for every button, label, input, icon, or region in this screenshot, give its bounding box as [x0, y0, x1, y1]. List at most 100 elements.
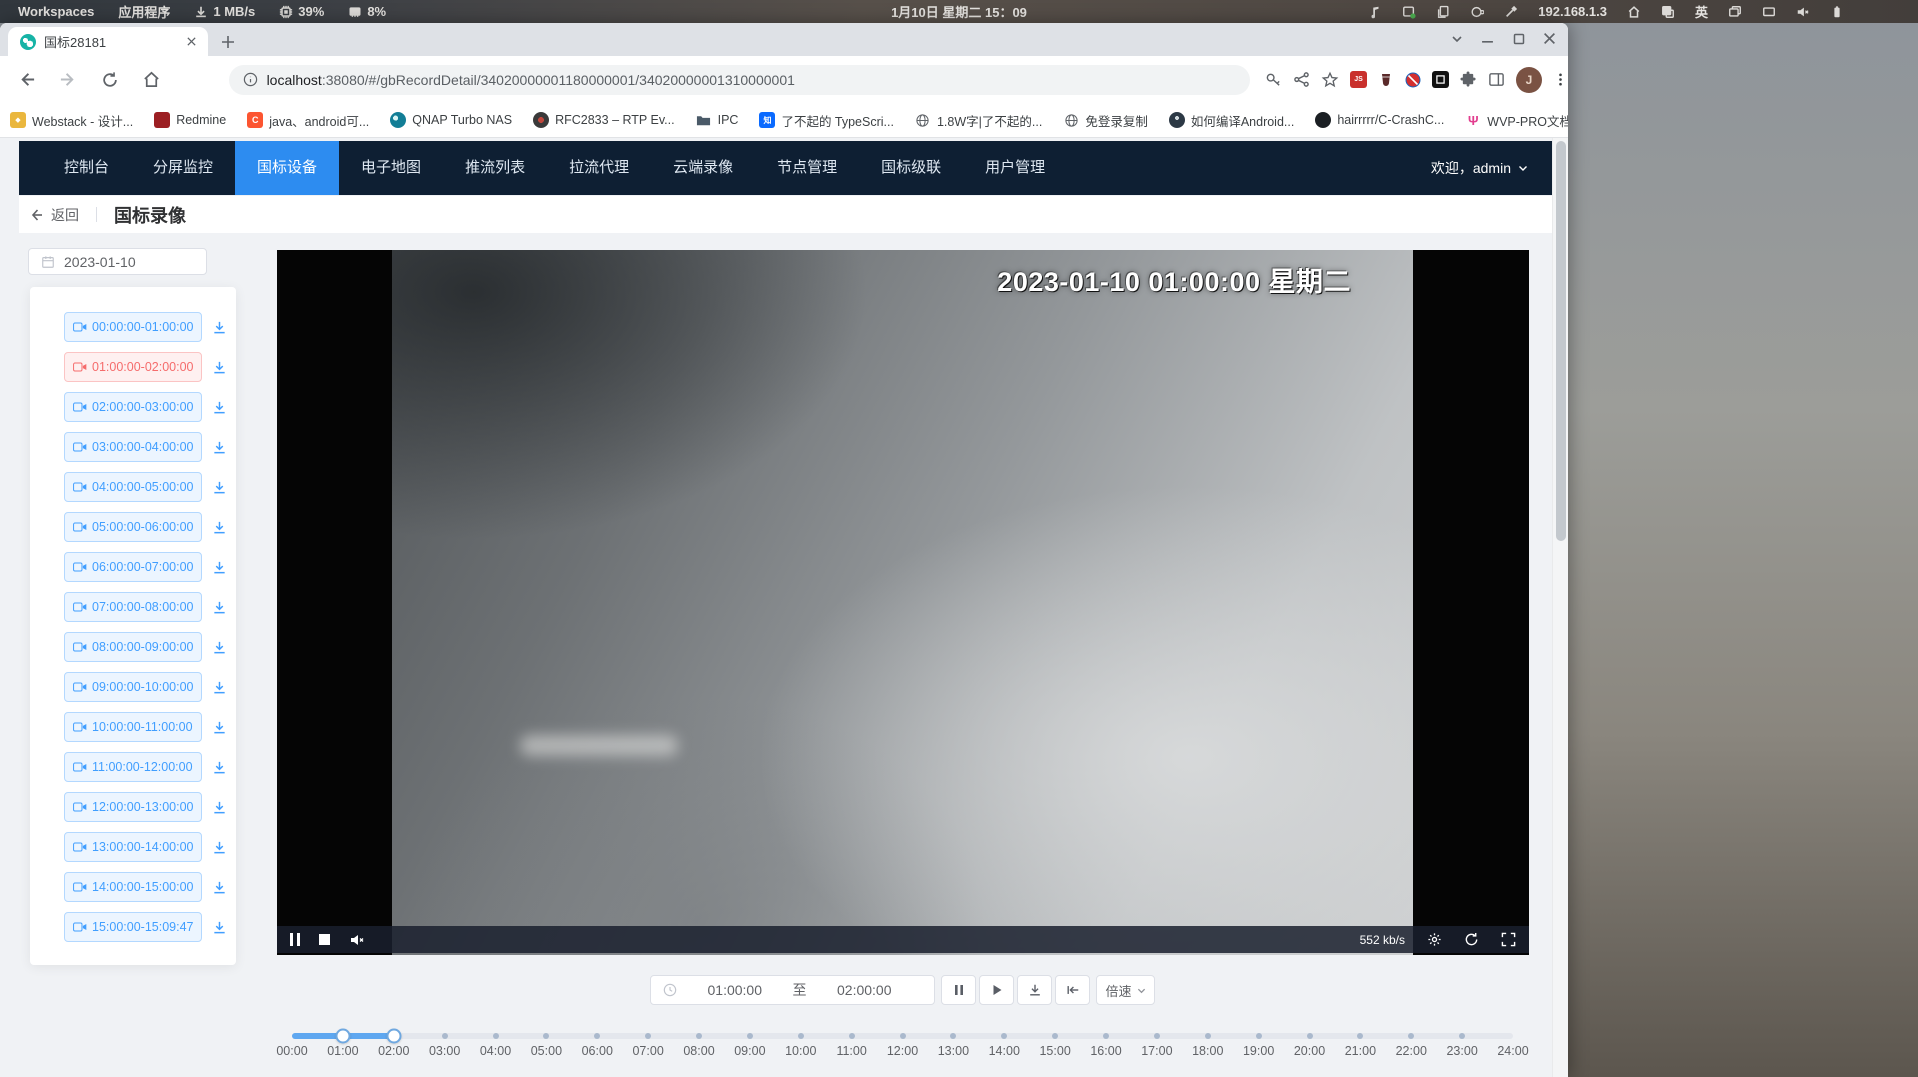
record-segment-button[interactable]: 05:00:00-06:00:00: [64, 512, 202, 542]
ip-address[interactable]: 192.168.1.3: [1538, 4, 1607, 19]
player-stop-icon[interactable]: [319, 934, 330, 945]
download-segment-button[interactable]: [212, 760, 227, 775]
download-segment-button[interactable]: [212, 840, 227, 855]
record-segment-button[interactable]: 14:00:00-15:00:00: [64, 872, 202, 902]
download-segment-button[interactable]: [212, 440, 227, 455]
display-icon[interactable]: [1762, 5, 1776, 19]
nav-item-8[interactable]: 国标级联: [859, 141, 963, 195]
scrollbar-thumb[interactable]: [1556, 141, 1566, 541]
download-segment-button[interactable]: [212, 640, 227, 655]
share-icon[interactable]: [1293, 71, 1310, 88]
input-method-indicator[interactable]: 英: [1695, 2, 1708, 21]
download-segment-button[interactable]: [212, 400, 227, 415]
bookmark-star-icon[interactable]: [1321, 71, 1339, 89]
download-segment-button[interactable]: [212, 680, 227, 695]
record-segment-button[interactable]: 11:00:00-12:00:00: [64, 752, 202, 782]
download-segment-button[interactable]: [212, 560, 227, 575]
music-note-icon[interactable]: [1368, 5, 1382, 19]
timeline-start-handle[interactable]: [335, 1029, 350, 1044]
address-bar[interactable]: localhost:38080/#/gbRecordDetail/3402000…: [229, 65, 1250, 95]
nav-item-0[interactable]: 控制台: [42, 141, 131, 195]
nav-item-5[interactable]: 拉流代理: [547, 141, 651, 195]
pause-button[interactable]: [941, 975, 976, 1005]
window-maximize-button[interactable]: [1510, 30, 1527, 47]
screenshot-status-icon[interactable]: [1402, 5, 1416, 19]
download-segment-button[interactable]: [212, 880, 227, 895]
bookmark-item[interactable]: Redmine: [154, 112, 226, 128]
seek-back-button[interactable]: [1055, 975, 1090, 1005]
download-segment-button[interactable]: [212, 520, 227, 535]
dark-extension-icon[interactable]: [1432, 71, 1449, 88]
player-fullscreen-icon[interactable]: [1501, 932, 1516, 947]
bookmark-item[interactable]: ◆Webstack - 设计...: [10, 111, 133, 130]
reload-button[interactable]: [93, 63, 127, 97]
extensions-puzzle-icon[interactable]: [1460, 71, 1477, 88]
forward-button[interactable]: [52, 63, 86, 97]
side-panel-icon[interactable]: [1488, 71, 1505, 88]
download-segment-button[interactable]: [212, 480, 227, 495]
window-minimize-button[interactable]: [1479, 30, 1496, 47]
back-button[interactable]: [10, 63, 44, 97]
coffee-cup-icon[interactable]: [1470, 5, 1484, 19]
bookmark-item[interactable]: 知了不起的 TypeScri...: [759, 111, 894, 130]
download-segment-button[interactable]: [212, 720, 227, 735]
download-segment-button[interactable]: [212, 920, 227, 935]
record-segment-button[interactable]: 04:00:00-05:00:00: [64, 472, 202, 502]
record-segment-button[interactable]: 00:00:00-01:00:00: [64, 312, 202, 342]
bookmark-item[interactable]: RFC2833 – RTP Ev...: [533, 112, 675, 128]
date-picker-input[interactable]: 2023-01-10: [28, 248, 207, 275]
color-picker-icon[interactable]: [1504, 5, 1518, 19]
nav-item-9[interactable]: 用户管理: [963, 141, 1067, 195]
record-segment-button[interactable]: 12:00:00-13:00:00: [64, 792, 202, 822]
record-segment-button[interactable]: 13:00:00-14:00:00: [64, 832, 202, 862]
end-time-input[interactable]: 02:00:00: [807, 982, 923, 998]
applications-button[interactable]: 应用程序: [118, 2, 170, 21]
clock[interactable]: 1月10日 星期二 15：09: [891, 2, 1027, 21]
bookmark-item[interactable]: IPC: [696, 112, 739, 128]
password-key-icon[interactable]: [1265, 71, 1282, 88]
record-segment-button[interactable]: 06:00:00-07:00:00: [64, 552, 202, 582]
bookmark-item[interactable]: ΨWVP-PRO文档: [1465, 111, 1568, 130]
record-segment-button[interactable]: 10:00:00-11:00:00: [64, 712, 202, 742]
bookmark-item[interactable]: QNAP Turbo NAS: [390, 112, 512, 128]
bookmark-item[interactable]: Cjava、android可...: [247, 111, 369, 130]
site-info-icon[interactable]: [243, 72, 258, 87]
player-mute-icon[interactable]: [349, 932, 365, 948]
cup-extension-icon[interactable]: [1378, 72, 1394, 88]
player-pause-icon[interactable]: [290, 933, 300, 946]
user-menu[interactable]: 欢迎，admin: [1431, 158, 1552, 178]
record-segment-button[interactable]: 03:00:00-04:00:00: [64, 432, 202, 462]
battery-icon[interactable]: [1830, 5, 1844, 19]
workspace-switcher-icon[interactable]: [1661, 5, 1675, 19]
player-refresh-icon[interactable]: [1464, 932, 1479, 947]
home-button[interactable]: [135, 63, 169, 97]
record-segment-button[interactable]: 01:00:00-02:00:00: [64, 352, 202, 382]
js-blocker-extension-icon[interactable]: JS: [1350, 71, 1367, 88]
window-switch-icon[interactable]: [1728, 5, 1742, 19]
browser-menu-icon[interactable]: [1553, 72, 1568, 87]
tab-close-icon[interactable]: [182, 33, 200, 51]
download-segment-button[interactable]: [212, 360, 227, 375]
bookmark-item[interactable]: 1.8W字|了不起的...: [915, 111, 1042, 130]
nav-item-2[interactable]: 国标设备: [235, 141, 339, 195]
nav-item-3[interactable]: 电子地图: [339, 141, 443, 195]
browser-tab[interactable]: 国标28181: [8, 27, 208, 56]
profile-avatar[interactable]: J: [1516, 67, 1542, 93]
playback-speed-dropdown[interactable]: 倍速: [1096, 975, 1155, 1005]
bookmark-item[interactable]: 如何编译Android...: [1169, 111, 1295, 130]
back-link[interactable]: 返回: [28, 205, 79, 225]
url-text[interactable]: localhost:38080/#/gbRecordDetail/3402000…: [267, 72, 795, 88]
start-time-input[interactable]: 01:00:00: [677, 982, 793, 998]
video-player[interactable]: 2023-01-10 01:00:00 星期二 552 kb/s: [277, 250, 1529, 955]
record-segment-button[interactable]: 09:00:00-10:00:00: [64, 672, 202, 702]
download-segment-button[interactable]: [212, 600, 227, 615]
bookmark-item[interactable]: hairrrrr/C-CrashC...: [1315, 112, 1444, 128]
bookmark-item[interactable]: 免登录复制: [1063, 111, 1148, 130]
volume-muted-icon[interactable]: [1796, 5, 1810, 19]
nav-item-7[interactable]: 节点管理: [755, 141, 859, 195]
play-button[interactable]: [979, 975, 1014, 1005]
page-scrollbar[interactable]: [1552, 138, 1568, 1077]
new-tab-button[interactable]: [216, 30, 240, 54]
record-segment-button[interactable]: 07:00:00-08:00:00: [64, 592, 202, 622]
nav-item-1[interactable]: 分屏监控: [131, 141, 235, 195]
